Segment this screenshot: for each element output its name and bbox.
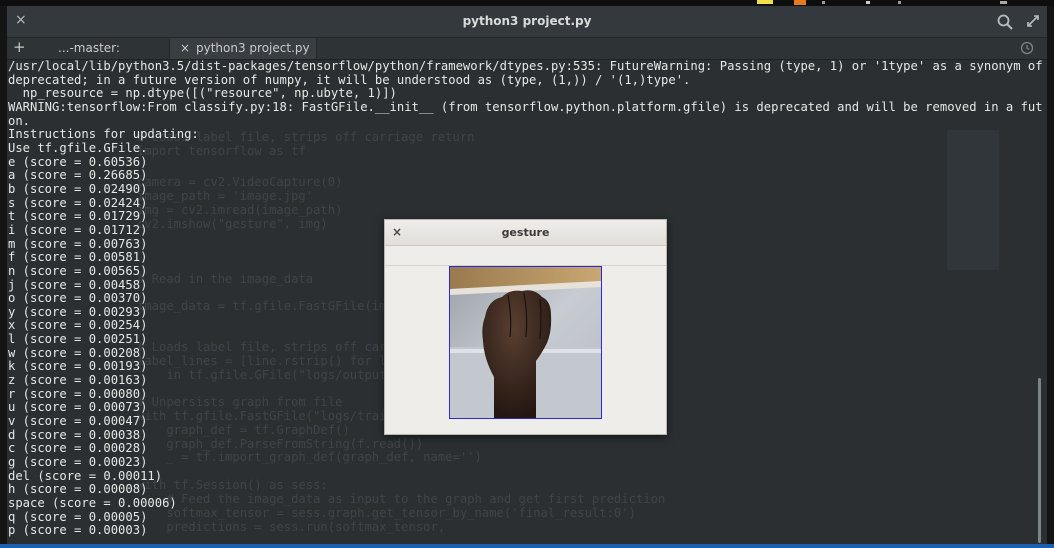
terminal-line: e (score = 0.60536) <box>8 154 148 169</box>
terminal-line: space (score = 0.00006) <box>8 496 177 510</box>
window-edge-right <box>1047 6 1054 548</box>
terminal-line: /usr/local/lib/python3.5/dist-packages/t… <box>8 60 1043 73</box>
search-icon[interactable] <box>996 13 1014 31</box>
system-indicator[interactable] <box>898 1 901 4</box>
gesture-window[interactable]: × gesture <box>384 219 667 435</box>
gesture-camera-image <box>449 266 602 419</box>
terminal-line: a (score = 0.26685) <box>8 168 148 183</box>
tab-label: python3 project.py <box>196 41 310 55</box>
system-indicator[interactable] <box>822 1 825 4</box>
terminal-line: b (score = 0.02490) <box>8 181 148 196</box>
gesture-window-title-bar: × gesture <box>385 220 666 246</box>
expand-icon[interactable] <box>1025 13 1041 29</box>
system-indicator[interactable] <box>757 0 773 4</box>
terminal-line: deprecated; in a future version of numpy… <box>8 72 691 87</box>
terminal-title-bar: × python3 project.py <box>7 6 1047 38</box>
close-icon[interactable]: × <box>180 38 190 59</box>
system-indicator[interactable] <box>794 0 806 5</box>
history-icon[interactable] <box>1019 40 1035 56</box>
system-indicator[interactable] <box>866 1 870 4</box>
tab-master-python3[interactable]: ...-master: python3 <box>51 38 169 76</box>
window-title: python3 project.py <box>462 14 592 28</box>
terminal-line: Use tf.gfile.GFile. <box>8 140 148 155</box>
hand-photo-icon <box>450 267 601 418</box>
terminal-line: c (score = 0.00028) <box>8 441 148 456</box>
taskbar-edge <box>0 544 1054 548</box>
terminal-line: on. <box>8 113 31 128</box>
terminal-line: np_resource = np.dtype([("resource", np.… <box>8 86 397 101</box>
plus-icon[interactable]: + <box>13 38 26 56</box>
terminal-line: p (score = 0.00003) <box>8 523 148 538</box>
terminal-line: WARNING:tensorflow:From classify.py:18: … <box>8 99 1043 114</box>
terminal-scrollbar[interactable] <box>1038 378 1041 543</box>
system-indicator[interactable] <box>1000 1 1007 4</box>
terminal-line: s (score = 0.02424) <box>8 195 148 210</box>
terminal-line: q (score = 0.00005) <box>8 509 148 524</box>
terminal-line: del (score = 0.00011) <box>8 468 163 483</box>
window-edge-left <box>0 6 7 548</box>
terminal-line: Instructions for updating: <box>8 127 199 142</box>
terminal-line: h (score = 0.00008) <box>8 482 148 497</box>
tab-bar: + ...-master: python3 × python3 project.… <box>7 38 1047 76</box>
terminal-line: g (score = 0.00023) <box>8 455 148 470</box>
tab-project-py[interactable]: × python3 project.py <box>169 38 317 59</box>
gesture-window-title: gesture <box>501 226 550 239</box>
